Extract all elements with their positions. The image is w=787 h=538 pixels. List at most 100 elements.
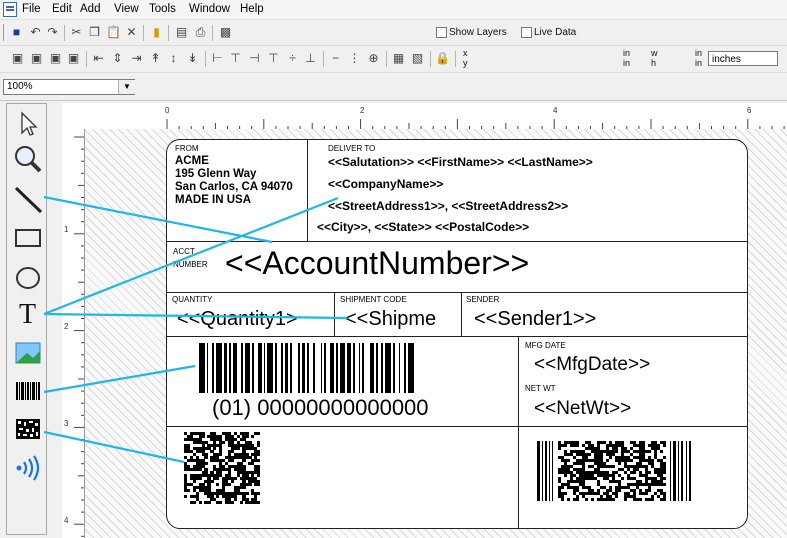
paste-icon[interactable]: 📋 xyxy=(106,25,121,40)
send-backward-icon[interactable]: ▣ xyxy=(66,51,81,66)
ungroup-icon[interactable]: ▧ xyxy=(410,51,425,66)
divider xyxy=(167,336,747,337)
send-back-icon[interactable]: ▣ xyxy=(29,51,44,66)
sender-field[interactable]: <<Sender1>> xyxy=(474,308,596,331)
align-top-icon[interactable]: ↟ xyxy=(148,51,163,66)
from-line-2[interactable]: 195 Glenn Way xyxy=(175,168,256,180)
properties-icon[interactable]: ▩ xyxy=(218,25,233,40)
divider xyxy=(518,336,519,528)
menu-file[interactable]: File xyxy=(22,3,41,15)
save-icon[interactable]: ■ xyxy=(9,25,24,40)
menu-add[interactable]: Add xyxy=(80,3,100,15)
deliver-line-3[interactable]: <<StreetAddress1>>, <<StreetAddress2>> xyxy=(328,199,568,213)
ruler-corner xyxy=(62,103,86,129)
v-ruler-2: 2 xyxy=(64,322,69,331)
v-ruler-4: 4 xyxy=(64,516,69,525)
image-tool[interactable] xyxy=(11,336,44,369)
line-icon xyxy=(14,186,42,213)
number-caption: NUMBER xyxy=(173,260,208,269)
v-ruler-1: 1 xyxy=(64,225,69,234)
center-both-icon[interactable]: ⊕ xyxy=(366,51,381,66)
cut-icon[interactable]: ✂ xyxy=(69,25,84,40)
divider xyxy=(334,292,335,336)
menu-view[interactable]: View xyxy=(114,3,139,15)
2d-barcode-tool[interactable] xyxy=(11,412,44,445)
lock-icon[interactable]: 🔒 xyxy=(435,51,450,66)
distribute-right-icon[interactable]: ⊣ xyxy=(247,51,262,66)
distribute-center-icon[interactable]: ⊤ xyxy=(228,51,243,66)
ellipse-tool[interactable] xyxy=(11,261,44,294)
print-icon[interactable]: ⎙ xyxy=(193,25,208,40)
zoom-select[interactable]: 100% xyxy=(3,79,135,95)
pointer-icon xyxy=(20,110,38,136)
barcode-text: (01) 00000000000000 xyxy=(212,395,429,420)
align-left-icon[interactable]: ⇤ xyxy=(91,51,106,66)
barcode-icon xyxy=(15,381,40,400)
image-icon xyxy=(15,342,40,363)
align-center-icon[interactable]: ⇕ xyxy=(110,51,125,66)
h-ruler-6: 6 xyxy=(747,106,752,115)
distribute-top-icon[interactable]: ⊤ xyxy=(266,51,281,66)
2d-barcode-icon xyxy=(15,418,40,439)
center-horizontal-icon[interactable]: − xyxy=(328,51,343,66)
zoom-tool[interactable] xyxy=(11,142,44,175)
account-number-field[interactable]: <<AccountNumber>> xyxy=(225,245,529,282)
distribute-left-icon[interactable]: ⊢ xyxy=(210,51,225,66)
bring-front-icon[interactable]: ▣ xyxy=(10,51,25,66)
quantity-field[interactable]: <<Quantity1> xyxy=(177,308,298,331)
from-caption: FROM xyxy=(175,144,199,153)
pdf417-barcode[interactable] xyxy=(537,441,691,502)
shipment-field[interactable]: <<Shipme xyxy=(345,308,436,331)
text-tool[interactable]: T xyxy=(11,298,44,331)
align-bottom-icon[interactable]: ↡ xyxy=(185,51,200,66)
redo-icon[interactable]: ↷ xyxy=(45,25,60,40)
copy-icon[interactable]: ❐ xyxy=(87,25,102,40)
deliver-line-4[interactable]: <<City>>, <<State>> <<PostalCode>> xyxy=(317,220,529,234)
menu-tools[interactable]: Tools xyxy=(149,3,176,15)
datamatrix-barcode[interactable] xyxy=(184,432,261,505)
rfid-tool[interactable] xyxy=(11,451,44,484)
line-tool[interactable] xyxy=(11,183,44,216)
undo-icon[interactable]: ↶ xyxy=(28,25,43,40)
vertical-ruler: 1 2 3 4 xyxy=(62,129,85,538)
from-line-4[interactable]: MADE IN USA xyxy=(175,194,251,206)
distribute-middle-icon[interactable]: ÷ xyxy=(285,51,300,66)
align-right-icon[interactable]: ⇥ xyxy=(129,51,144,66)
chevron-down-icon[interactable]: ▼ xyxy=(118,80,135,94)
mfg-date-field[interactable]: <<MfgDate>> xyxy=(534,354,650,376)
deliver-line-2[interactable]: <<CompanyName>> xyxy=(328,177,443,191)
linear-barcode[interactable] xyxy=(199,343,482,393)
center-vertical-icon[interactable]: ⋮ xyxy=(347,51,362,66)
deliver-line-1[interactable]: <<Salutation>> <<FirstName>> <<LastName>… xyxy=(328,155,593,169)
from-line-3[interactable]: San Carlos, CA 94070 xyxy=(175,181,293,193)
y-label: y xyxy=(463,58,468,68)
pointer-tool[interactable] xyxy=(11,107,44,140)
from-line-1[interactable]: ACME xyxy=(175,155,209,167)
label-design[interactable]: FROM ACME 195 Glenn Way San Carlos, CA 9… xyxy=(166,139,748,529)
app-icon xyxy=(3,2,17,17)
menu-edit[interactable]: Edit xyxy=(52,3,72,15)
netwt-field[interactable]: <<NetWt>> xyxy=(534,398,631,420)
w-unit: in xyxy=(695,48,703,58)
bring-forward-icon[interactable]: ▣ xyxy=(48,51,63,66)
delete-icon[interactable]: ✕ xyxy=(124,25,139,40)
y-unit: in xyxy=(623,58,631,68)
barcode-tool[interactable] xyxy=(11,374,44,407)
database-icon[interactable]: ▮ xyxy=(149,25,164,40)
group-icon[interactable]: ▦ xyxy=(391,51,406,66)
live-data-checkbox[interactable] xyxy=(521,27,532,38)
ellipse-icon xyxy=(15,266,40,289)
divider xyxy=(167,426,747,427)
live-data-label: Live Data xyxy=(534,27,577,38)
units-select[interactable]: inches xyxy=(708,51,778,66)
distribute-bottom-icon[interactable]: ⊥ xyxy=(303,51,318,66)
show-layers-checkbox[interactable] xyxy=(436,27,447,38)
menu-bar: File Edit Add View Tools Window Help xyxy=(0,0,787,20)
menu-help[interactable]: Help xyxy=(240,3,264,15)
rectangle-tool[interactable] xyxy=(11,221,44,254)
print-preview-icon[interactable]: ▤ xyxy=(174,25,189,40)
align-middle-icon[interactable]: ↕ xyxy=(166,51,181,66)
standard-toolbar: ■ ↶ ↷ ✂ ❐ 📋 ✕ ▮ ▤ ⎙ ▩ Show Layers Live D… xyxy=(0,20,787,46)
alignment-toolbar: ▣ ▣ ▣ ▣ ⇤ ⇕ ⇥ ↟ ↕ ↡ ⊢ ⊤ ⊣ ⊤ ÷ ⊥ − ⋮ ⊕ ▦ … xyxy=(0,46,787,73)
menu-window[interactable]: Window xyxy=(189,3,230,15)
